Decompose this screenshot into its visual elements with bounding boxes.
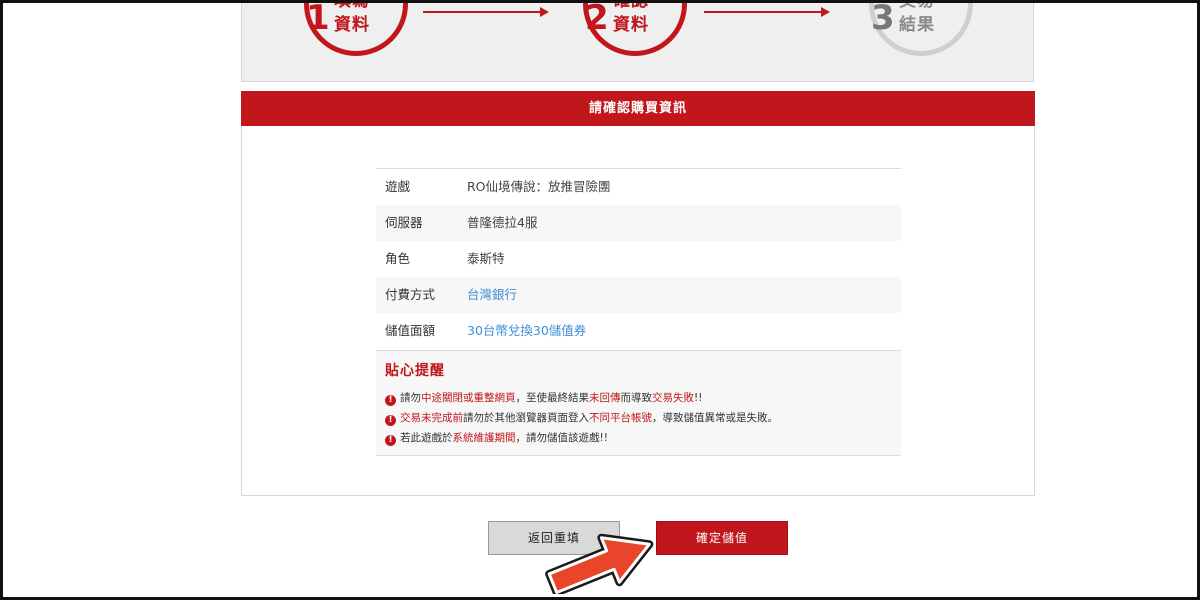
confirm-button[interactable]: 確定儲值 (656, 521, 788, 555)
tip-3-text-b: ，請勿儲值該遊戲!! (515, 432, 608, 444)
step-arrow-2 (704, 7, 830, 17)
tips-title: 貼心提醒 (385, 363, 445, 379)
tip-2-highlight-a: 交易未完成前 (400, 412, 463, 424)
tip-1: ! 請勿中途關閉或重整網頁，至使最終結果未回傳而導致交易失敗!! (385, 390, 702, 406)
row-value-amount: 30台幣兌換30儲值券 (467, 323, 587, 338)
row-value-payment: 台灣銀行 (467, 287, 518, 302)
tip-1-highlight-c: 交易失敗 (652, 392, 694, 404)
table-row: 遊戲 RO仙境傳說：放推冒險團 (376, 169, 901, 205)
step-arrow-1 (423, 7, 549, 17)
step-1: 1 填寫 資料 (304, 0, 408, 56)
row-label-payment: 付費方式 (385, 287, 436, 302)
step-2: 2 確認 資料 (583, 0, 687, 56)
tip-2-highlight-b: 不同平台帳號 (589, 412, 652, 424)
step-3-number: 3 (871, 0, 895, 38)
tip-2: ! 交易未完成前請勿於其他瀏覽器頁面登入不同平台帳號，導致儲值異常或是失敗。 (385, 410, 778, 426)
tip-1-text-d: !! (694, 392, 703, 404)
exclamation-circle-icon: ! (385, 395, 396, 406)
tip-3: ! 若此遊戲於系統維護期間，請勿儲值該遊戲!! (385, 430, 608, 446)
step-progress: 1 填寫 資料 2 確認 資料 3 交易 結果 (241, 0, 1034, 82)
step-1-label-line2: 資料 (334, 15, 370, 35)
step-3-label-line2: 結果 (899, 15, 935, 35)
table-row: 儲值面額 30台幣兌換30儲值券 (376, 313, 901, 349)
step-2-number: 2 (585, 0, 609, 38)
exclamation-circle-icon: ! (385, 435, 396, 446)
tip-3-text-a: 若此遊戲於 (400, 432, 453, 444)
tip-2-text-a: 請勿於其他瀏覽器頁面登入 (463, 412, 589, 424)
tip-1-highlight-a: 中途關閉或重整網頁 (421, 392, 516, 404)
row-label-server: 伺服器 (385, 215, 423, 230)
tip-2-text-b: ，導致儲值異常或是失敗。 (652, 412, 778, 424)
tip-1-highlight-b: 未回傳 (589, 392, 621, 404)
exclamation-circle-icon: ! (385, 415, 396, 426)
tips-box: 貼心提醒 ! 請勿中途關閉或重整網頁，至使最終結果未回傳而導致交易失敗!! ! 交易… (376, 350, 901, 456)
panel-title: 請確認購買資訊 (241, 91, 1035, 126)
row-label-game: 遊戲 (385, 179, 411, 194)
table-row: 角色 泰斯特 (376, 241, 901, 277)
step-1-number: 1 (306, 0, 330, 38)
row-value-game: RO仙境傳說：放推冒險團 (467, 179, 611, 194)
row-label-character: 角色 (385, 251, 411, 266)
tip-3-highlight-a: 系統維護期間 (452, 432, 516, 444)
table-row: 付費方式 台灣銀行 (376, 277, 901, 313)
step-3: 3 交易 結果 (869, 0, 973, 56)
info-table: 遊戲 RO仙境傳說：放推冒險團 伺服器 普隆德拉4服 角色 泰斯特 付費方式 台… (376, 168, 901, 349)
arrow-pointer-icon (545, 533, 654, 594)
tip-1-text-a: 請勿 (400, 392, 421, 404)
purchase-info-panel: 請確認購買資訊 遊戲 RO仙境傳說：放推冒險團 伺服器 普隆德拉4服 角色 泰斯… (241, 91, 1035, 496)
row-value-character: 泰斯特 (467, 251, 505, 266)
row-label-amount: 儲值面額 (385, 323, 436, 338)
tip-1-text-c: 而導致 (620, 392, 653, 404)
table-row: 伺服器 普隆德拉4服 (376, 205, 901, 241)
row-value-server: 普隆德拉4服 (467, 215, 538, 230)
step-2-label-line2: 資料 (613, 15, 649, 35)
tip-1-text-b: ，至使最終結果 (515, 392, 590, 404)
